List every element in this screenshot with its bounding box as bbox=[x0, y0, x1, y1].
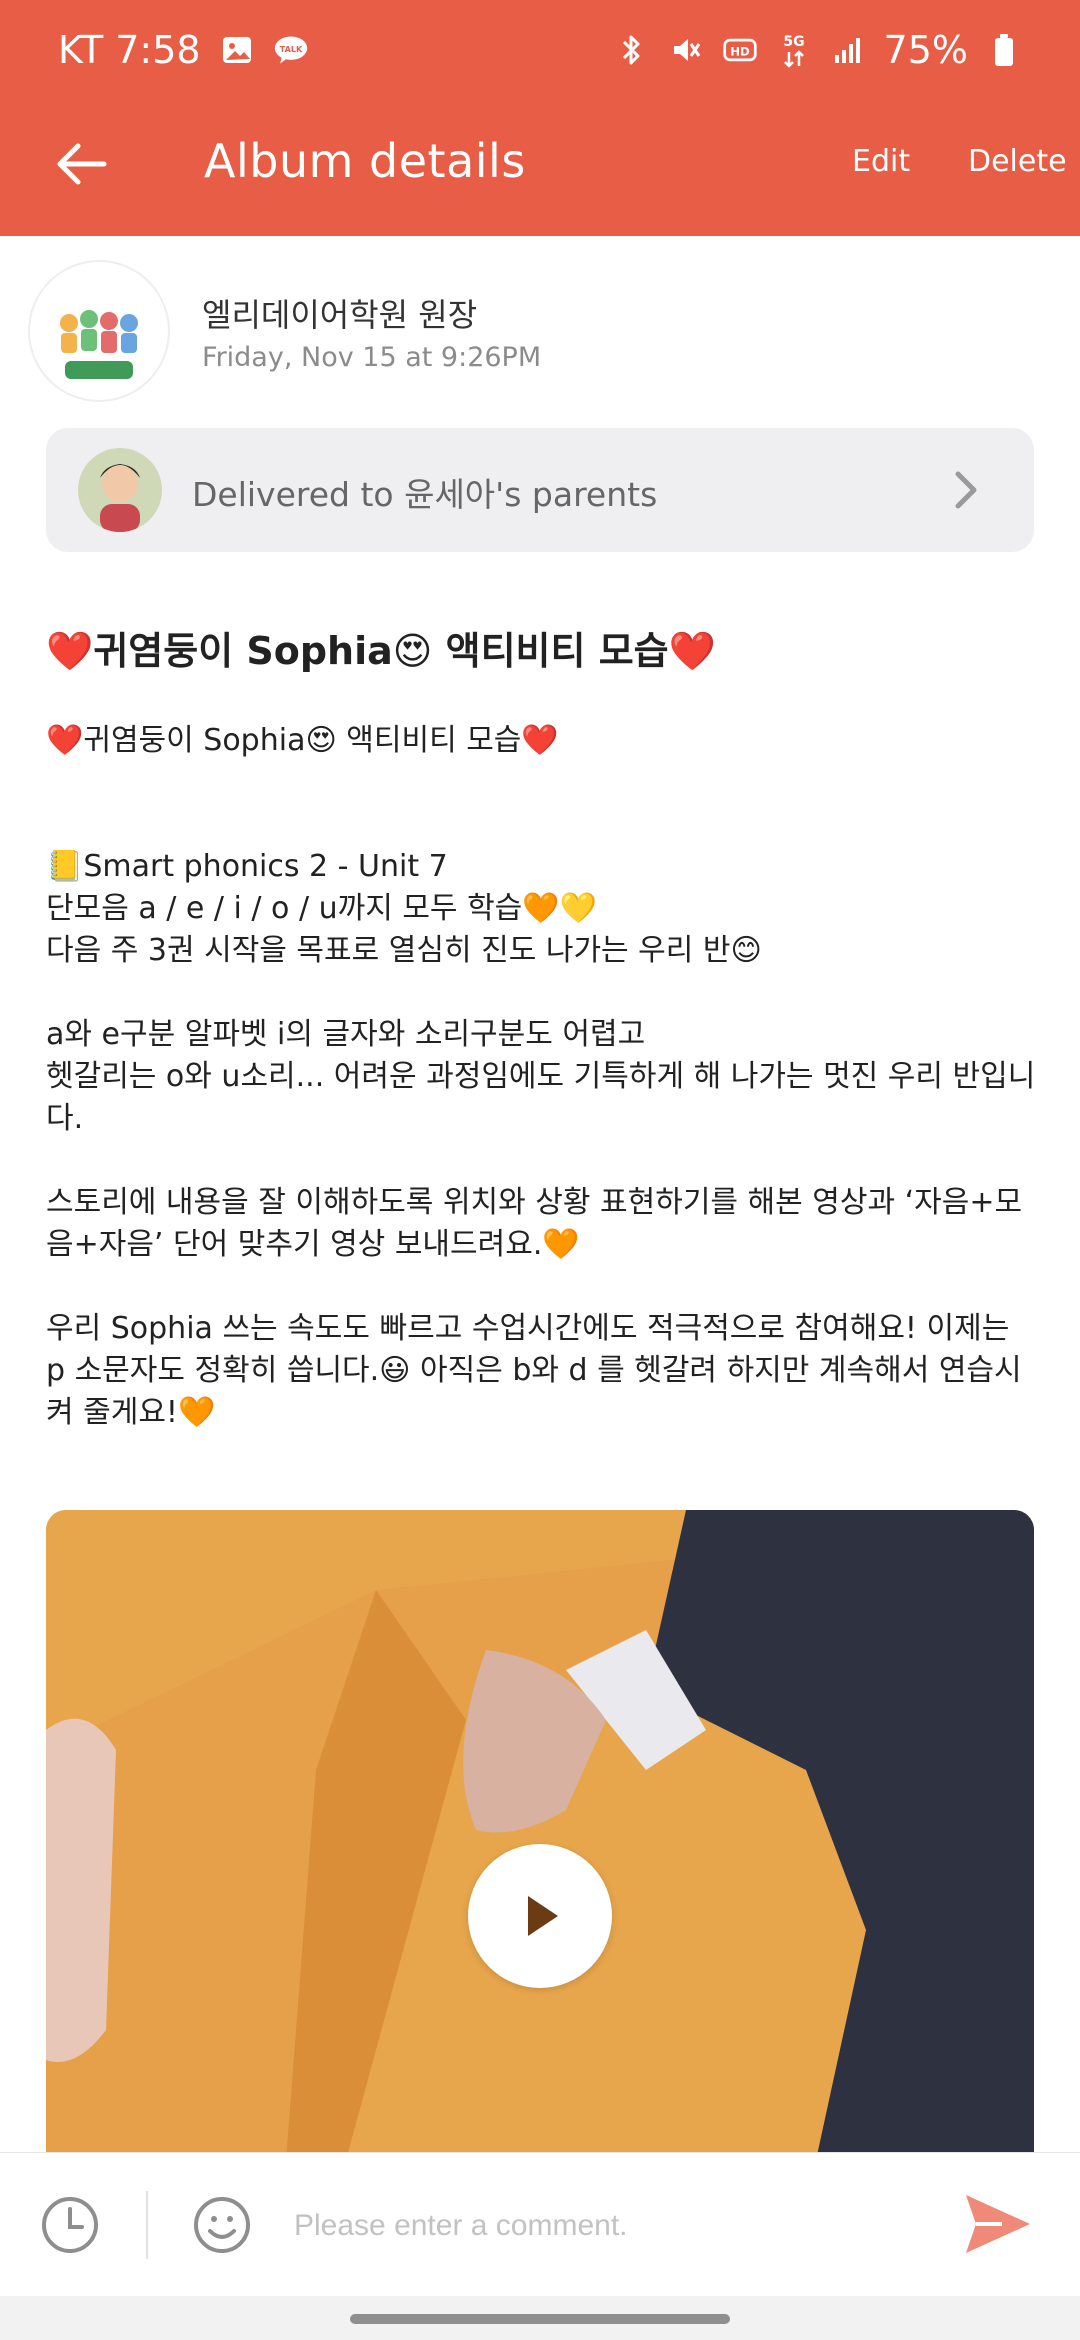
send-icon[interactable] bbox=[962, 2191, 1034, 2257]
video-frame bbox=[46, 1510, 1034, 2160]
post-body: ❤️귀염둥이 Sophia😍 액티비티 모습❤️ 📒Smart phonics … bbox=[46, 723, 1036, 1430]
author-name: 엘리데이어학원 원장 bbox=[202, 296, 478, 334]
status-carrier-time: KT 7:58 bbox=[58, 28, 201, 72]
battery-icon bbox=[986, 32, 1022, 68]
svg-text:TALK: TALK bbox=[279, 44, 302, 54]
video-thumbnail[interactable] bbox=[46, 1510, 1034, 2160]
app-bar: Album details Edit Delete bbox=[0, 100, 1080, 236]
home-indicator[interactable] bbox=[350, 2314, 730, 2324]
author-row: 엘리데이어학원 원장 Friday, Nov 15 at 9:26PM bbox=[28, 260, 1048, 402]
status-left: KT 7:58 TALK bbox=[58, 28, 309, 72]
bluetooth-icon bbox=[614, 32, 650, 68]
smiley-icon[interactable] bbox=[190, 2193, 254, 2257]
status-bar: KT 7:58 TALK HD 5G 75% bbox=[0, 0, 1080, 100]
academy-logo bbox=[60, 310, 138, 379]
child-photo bbox=[78, 448, 162, 532]
edit-button[interactable]: Edit bbox=[852, 144, 910, 179]
kakaotalk-icon: TALK bbox=[273, 32, 309, 68]
network-5g-icon: 5G bbox=[776, 32, 812, 68]
author-avatar[interactable] bbox=[28, 260, 170, 402]
divider bbox=[146, 2191, 148, 2259]
mute-icon bbox=[668, 32, 704, 68]
recipient-avatar bbox=[78, 448, 162, 532]
top-bar: KT 7:58 TALK HD 5G 75% Album details Edi… bbox=[0, 0, 1080, 236]
signal-icon bbox=[830, 32, 866, 68]
status-right: HD 5G 75% bbox=[614, 28, 1022, 72]
delivered-to-text: Delivered to 윤세아's parents bbox=[192, 475, 658, 514]
svg-text:5G: 5G bbox=[783, 34, 804, 50]
chevron-right-icon bbox=[955, 471, 977, 509]
svg-text:HD: HD bbox=[730, 44, 750, 58]
play-icon bbox=[528, 1896, 558, 1936]
system-nav-bar bbox=[0, 2296, 1080, 2340]
image-icon bbox=[219, 32, 255, 68]
arrow-left-icon bbox=[57, 143, 107, 185]
comment-input[interactable] bbox=[292, 2201, 936, 2251]
clock-icon[interactable] bbox=[38, 2193, 102, 2257]
battery-percent: 75% bbox=[883, 28, 968, 72]
play-button[interactable] bbox=[468, 1844, 612, 1988]
hd-icon: HD bbox=[722, 32, 758, 68]
delivered-to-row[interactable]: Delivered to 윤세아's parents bbox=[46, 428, 1034, 552]
post-timestamp: Friday, Nov 15 at 9:26PM bbox=[202, 342, 542, 373]
back-button[interactable] bbox=[50, 134, 110, 194]
comment-bar bbox=[0, 2152, 1080, 2297]
post-title: ❤️귀염둥이 Sophia😍 액티비티 모습❤️ bbox=[46, 629, 716, 673]
page-title: Album details bbox=[204, 134, 526, 188]
delete-button[interactable]: Delete bbox=[968, 144, 1067, 179]
